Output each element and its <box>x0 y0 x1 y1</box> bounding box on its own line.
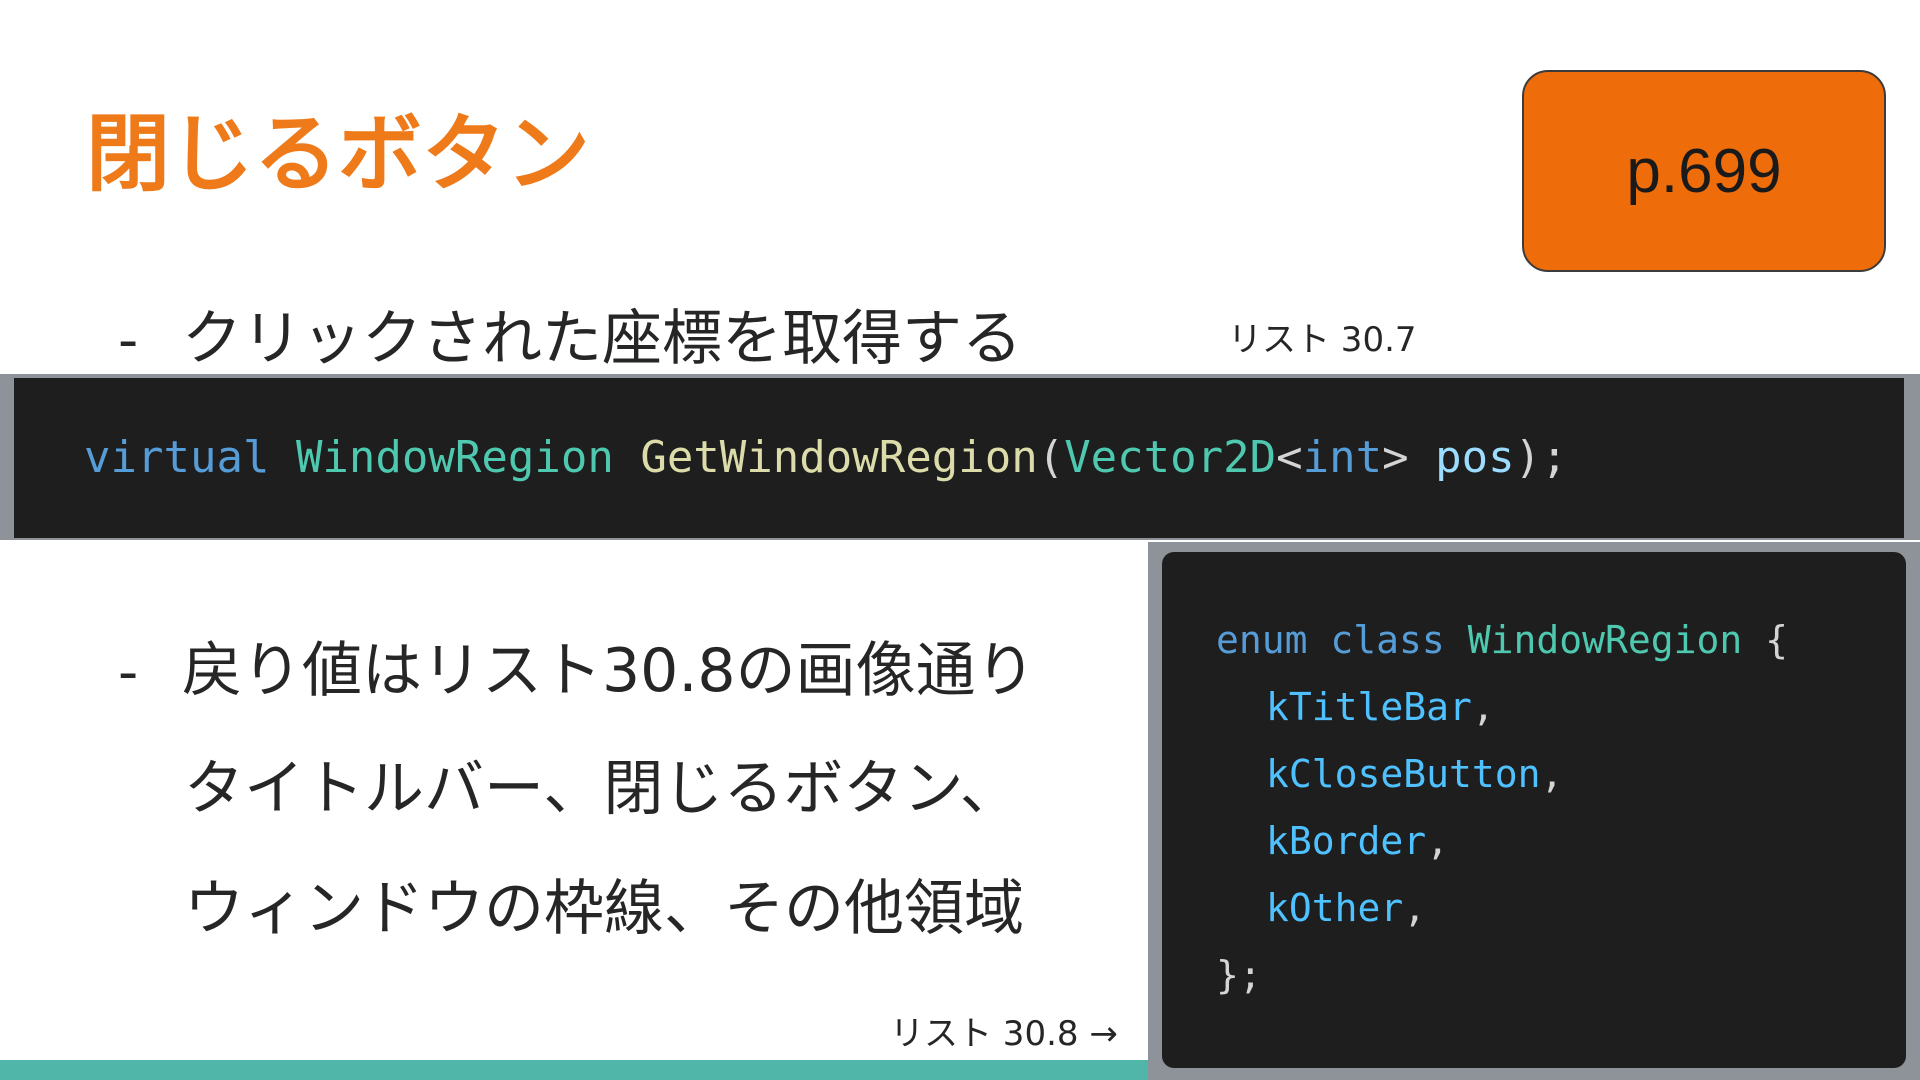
bullet-text: 戻り値はリスト30.8の画像通り <box>182 636 1036 706</box>
code-line: kOther, <box>1216 886 1906 953</box>
bullet-dash: - <box>118 308 139 373</box>
slide-title: 閉じるボタン <box>86 105 591 203</box>
code-line: kBorder, <box>1216 819 1906 886</box>
code-keyword: enum <box>1216 618 1308 662</box>
bullet-dash: - <box>118 640 139 705</box>
code-line: kCloseButton, <box>1216 752 1906 819</box>
page-number-label: p.699 <box>1626 136 1782 206</box>
code-punctuation: , <box>1471 685 1495 729</box>
code-punctuation: ( <box>1037 432 1065 483</box>
code-type: WindowRegion <box>295 432 614 483</box>
code-function-name: GetWindowRegion <box>640 432 1038 483</box>
code-enum-member: kBorder <box>1266 819 1427 863</box>
bullet-continuation: タイトルバー、閉じるボタン、 <box>184 754 1020 824</box>
code-punctuation: { <box>1765 618 1789 662</box>
code-line: enum class WindowRegion { <box>1216 618 1906 685</box>
code-type: WindowRegion <box>1467 618 1743 662</box>
code-enum-member: kCloseButton <box>1266 752 1541 796</box>
code-enum-member: kOther <box>1266 886 1404 930</box>
code-punctuation: , <box>1540 752 1564 796</box>
code-type: Vector2D <box>1064 432 1277 483</box>
code-listing-30-7: virtual WindowRegion GetWindowRegion(Vec… <box>14 378 1904 538</box>
bullet-item: - 戻り値はリスト30.8の画像通り <box>118 622 1036 709</box>
listing-caption-30-8: リスト 30.8 → <box>890 1014 1118 1054</box>
code-punctuation: }; <box>1216 953 1262 997</box>
code-enum-member: kTitleBar <box>1266 685 1472 729</box>
code-punctuation: > <box>1382 432 1409 483</box>
bullet-continuation: ウィンドウの枠線、その他領域 <box>184 874 1024 944</box>
code-punctuation: < <box>1276 432 1303 483</box>
code-keyword: int <box>1302 432 1383 483</box>
code-keyword: class <box>1330 618 1445 662</box>
code-listing-30-8: enum class WindowRegion { kTitleBar, kCl… <box>1162 552 1906 1068</box>
code-punctuation: ); <box>1514 432 1568 483</box>
code-parameter: pos <box>1435 432 1515 483</box>
code-punctuation: , <box>1403 886 1427 930</box>
code-punctuation: , <box>1426 819 1450 863</box>
page-number-badge: p.699 <box>1522 70 1886 272</box>
code-keyword: virtual <box>84 432 270 483</box>
code-line: }; <box>1216 953 1906 1020</box>
bullet-text: クリックされた座標を取得する <box>182 304 1022 374</box>
bullet-item: - クリックされた座標を取得する <box>118 290 1022 377</box>
code-line: kTitleBar, <box>1216 685 1906 752</box>
listing-caption-30-7: リスト 30.7 <box>1228 320 1417 360</box>
footer-accent-bar <box>0 1060 1148 1080</box>
